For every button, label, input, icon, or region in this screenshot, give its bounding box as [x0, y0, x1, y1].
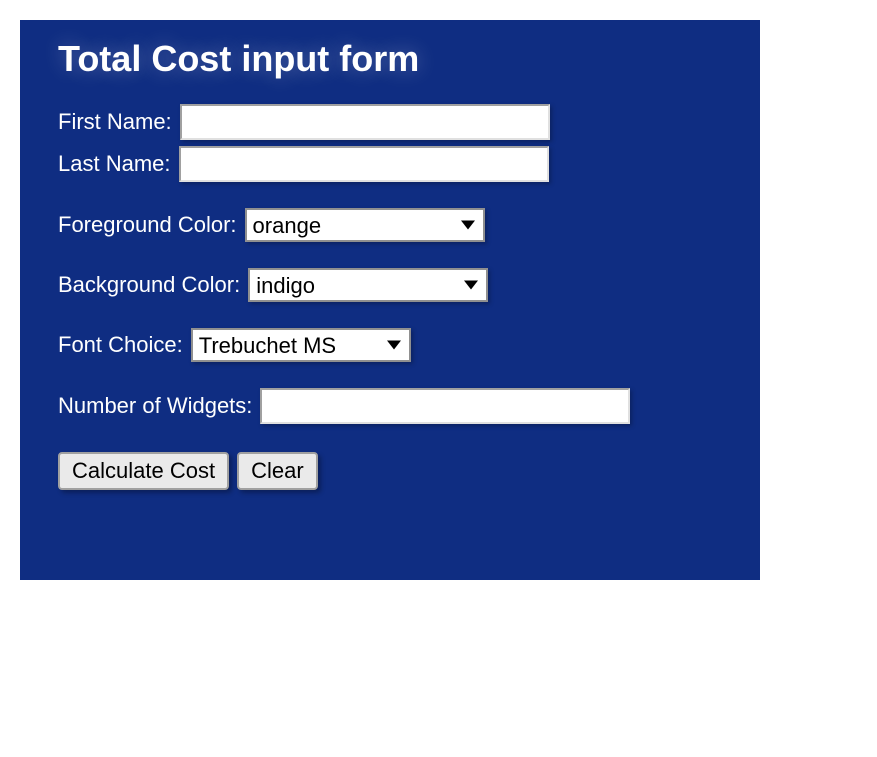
clear-button[interactable]: Clear: [237, 452, 318, 490]
font-choice-select[interactable]: Trebuchet MS: [191, 328, 411, 362]
num-widgets-row: Number of Widgets:: [58, 388, 722, 424]
background-color-select[interactable]: indigo: [248, 268, 488, 302]
first-name-label: First Name:: [58, 109, 172, 135]
background-color-select-wrap: indigo: [248, 268, 488, 302]
foreground-color-select-wrap: orange: [245, 208, 485, 242]
foreground-color-label: Foreground Color:: [58, 212, 237, 238]
background-color-row: Background Color: indigo: [58, 268, 722, 302]
num-widgets-input[interactable]: [260, 388, 630, 424]
font-choice-label: Font Choice:: [58, 332, 183, 358]
last-name-row: Last Name:: [58, 146, 722, 182]
first-name-row: First Name:: [58, 104, 722, 140]
button-row: Calculate Cost Clear: [58, 452, 722, 490]
first-name-input[interactable]: [180, 104, 550, 140]
font-choice-select-wrap: Trebuchet MS: [191, 328, 411, 362]
background-color-label: Background Color:: [58, 272, 240, 298]
foreground-color-select[interactable]: orange: [245, 208, 485, 242]
font-choice-row: Font Choice: Trebuchet MS: [58, 328, 722, 362]
total-cost-form-panel: Total Cost input form First Name: Last N…: [20, 20, 760, 580]
last-name-label: Last Name:: [58, 151, 171, 177]
form-title: Total Cost input form: [58, 38, 722, 80]
last-name-input[interactable]: [179, 146, 549, 182]
foreground-color-row: Foreground Color: orange: [58, 208, 722, 242]
calculate-cost-button[interactable]: Calculate Cost: [58, 452, 229, 490]
num-widgets-label: Number of Widgets:: [58, 393, 252, 419]
